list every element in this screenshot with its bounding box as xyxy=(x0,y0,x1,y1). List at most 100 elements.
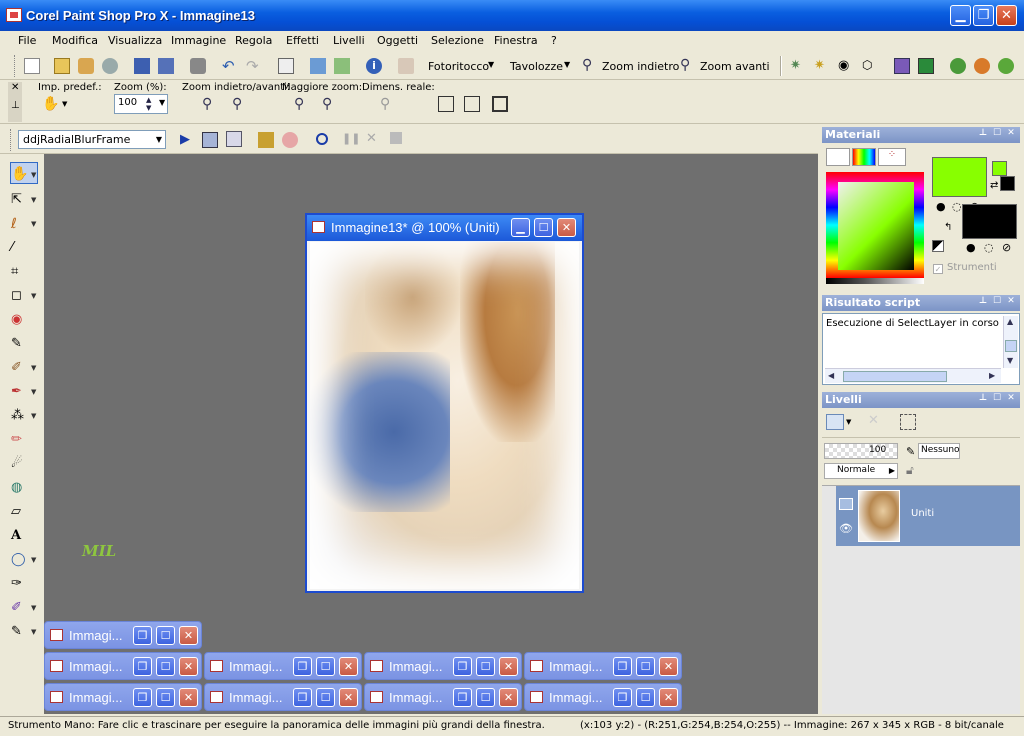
edit-script-icon[interactable] xyxy=(202,132,218,148)
scroll-up-icon[interactable]: ▲ xyxy=(1007,317,1013,326)
horizontal-scrollbar[interactable]: ◀ ▶ xyxy=(825,368,1001,383)
cube-icon[interactable]: ⬡ xyxy=(862,58,878,74)
grayscale-bar[interactable] xyxy=(826,278,924,284)
brush-icon[interactable]: ✎ xyxy=(906,445,915,458)
cancel-icon[interactable]: ✕ xyxy=(366,131,382,147)
color-wheel[interactable] xyxy=(826,172,924,278)
pause-icon[interactable]: ❚❚ xyxy=(342,132,360,148)
layer-icon[interactable] xyxy=(310,58,326,74)
close-icon[interactable]: ✕ xyxy=(1006,297,1016,307)
info-icon[interactable]: i xyxy=(366,58,382,74)
scroll-right-icon[interactable]: ▶ xyxy=(989,371,995,380)
person-icon[interactable] xyxy=(974,58,990,74)
menu-livelli[interactable]: Livelli xyxy=(333,34,365,47)
maximize-button[interactable]: ☐ xyxy=(316,657,335,676)
toggle-interactive-icon[interactable] xyxy=(226,131,242,147)
minimized-window[interactable]: Immagi... ❐ ☐ ✕ xyxy=(364,683,522,711)
hand-icon[interactable]: ✋ xyxy=(42,96,59,112)
menu-modifica[interactable]: Modifica xyxy=(52,34,98,47)
swap-icon[interactable]: ↰ xyxy=(944,222,952,233)
eyedropper-icon[interactable]: ⁄ xyxy=(11,240,27,256)
toolbar-grip[interactable] xyxy=(10,129,13,151)
scroll-left-icon[interactable]: ◀ xyxy=(828,371,834,380)
app-icon[interactable] xyxy=(6,8,22,22)
chevron-down-icon[interactable]: ▼ xyxy=(564,60,570,69)
gradient-mode-icon[interactable]: ◌ xyxy=(952,200,962,213)
shape-icon[interactable]: ◯ xyxy=(11,552,27,568)
minimize-button[interactable]: ▁ xyxy=(950,5,971,26)
rainbow-tab-icon[interactable] xyxy=(852,148,876,166)
clone-brush-icon[interactable]: ✐ xyxy=(11,360,27,376)
background-swatch[interactable] xyxy=(962,204,1017,239)
portrait-icon[interactable] xyxy=(894,58,910,74)
menu-visualizza[interactable]: Visualizza xyxy=(108,34,162,47)
close-icon[interactable]: ✕ xyxy=(1006,129,1016,139)
close-icon[interactable]: ✕ xyxy=(1006,394,1016,404)
eraser-icon[interactable] xyxy=(398,58,414,74)
pencil-icon[interactable]: ✎ xyxy=(11,624,27,640)
close-button[interactable]: ✕ xyxy=(996,5,1017,26)
resize-icon[interactable] xyxy=(278,58,294,74)
chevron-right-icon[interactable]: ▶ xyxy=(889,466,895,475)
minimized-window[interactable]: Immagi... ❐ ☐ ✕ xyxy=(44,683,202,711)
person-icon[interactable] xyxy=(950,58,966,74)
scroll-down-icon[interactable]: ▼ xyxy=(1007,356,1013,365)
foreground-small-swatch[interactable] xyxy=(992,161,1007,176)
maximize-button[interactable]: ☐ xyxy=(156,657,175,676)
zoom-field[interactable]: 100 ▲ ▼ ▼ xyxy=(114,94,168,114)
menu-effetti[interactable]: Effetti xyxy=(286,34,319,47)
maximize-button[interactable]: ☐ xyxy=(476,657,495,676)
run-script-icon[interactable]: ▶ xyxy=(180,132,196,148)
swatches-tab-icon[interactable]: ⁘ xyxy=(878,148,906,166)
pin-icon[interactable]: ⊥ xyxy=(978,297,988,307)
maximize-icon[interactable]: ☐ xyxy=(992,394,1002,404)
close-icon[interactable]: ✕ xyxy=(11,82,19,93)
options-panel-handle[interactable]: ✕ ⊥ xyxy=(8,82,22,122)
menu-selezione[interactable]: Selezione xyxy=(431,34,484,47)
all-tools-checkbox[interactable]: ✓ xyxy=(933,264,943,274)
close-button[interactable]: ✕ xyxy=(659,657,678,676)
menu-file[interactable]: File xyxy=(18,34,36,47)
menu-finestra[interactable]: Finestra xyxy=(494,34,538,47)
blend-mode-select[interactable]: Normale ▶ xyxy=(824,463,898,479)
pen-icon[interactable]: ✑ xyxy=(11,576,27,592)
makeover-icon[interactable]: ✎ xyxy=(11,336,27,352)
restore-button[interactable]: ❐ xyxy=(613,688,632,707)
restore-button[interactable]: ❐ xyxy=(453,688,472,707)
document-titlebar[interactable]: Immagine13* @ 100% (Uniti) ▁ ☐ ✕ xyxy=(307,215,582,241)
close-button[interactable]: ✕ xyxy=(179,657,198,676)
vertical-scrollbar[interactable]: ▲ ▼ xyxy=(1003,316,1018,368)
menu-help[interactable]: ? xyxy=(551,34,557,47)
eye-icon[interactable]: 👁︎ xyxy=(839,522,853,535)
mask-field[interactable]: Nessuno xyxy=(918,443,960,459)
close-button[interactable]: ✕ xyxy=(179,688,198,707)
toolbar-grip[interactable] xyxy=(14,55,17,77)
text-icon[interactable]: A xyxy=(11,528,27,544)
close-button[interactable]: ✕ xyxy=(339,657,358,676)
minimized-window[interactable]: Immagi... ❐ ☐ ✕ xyxy=(524,652,682,680)
restore-button[interactable]: ❐ xyxy=(133,657,152,676)
chevron-down-icon[interactable]: ▼ xyxy=(156,135,162,144)
color-mode-icon[interactable]: ● xyxy=(936,200,946,213)
person-icon[interactable] xyxy=(998,58,1014,74)
lock-icon[interactable]: 🔓︎ xyxy=(906,463,914,478)
zoom-out-icon[interactable]: ⚲ xyxy=(582,57,598,73)
smudge-icon[interactable]: ☄ xyxy=(11,456,27,472)
pick-tool-icon[interactable]: ⇱ xyxy=(11,192,27,208)
tavolozze-menu[interactable]: Tavolozze xyxy=(510,60,563,73)
redo-icon[interactable]: ↷ xyxy=(246,57,262,75)
minimized-window[interactable]: Immagi... ❐ ☐ ✕ xyxy=(204,652,362,680)
pin-icon[interactable]: ⊥ xyxy=(978,394,988,404)
paint-brush-icon[interactable]: ✒ xyxy=(11,384,27,400)
duplicate-icon[interactable] xyxy=(334,58,350,74)
script-output-box[interactable]: Esecuzione di SelectLayer in corso ▲ ▼ ◀… xyxy=(822,313,1020,385)
layers-panel-header[interactable]: Livelli ⊥ ☐ ✕ xyxy=(822,392,1020,408)
save-as-icon[interactable] xyxy=(158,58,174,74)
chevron-down-icon[interactable]: ▼ xyxy=(159,98,165,107)
script-select[interactable]: ddjRadialBlurFrame ▼ xyxy=(18,130,166,149)
close-button[interactable]: ✕ xyxy=(499,657,518,676)
restore-button[interactable]: ❐ xyxy=(613,657,632,676)
close-button[interactable]: ✕ xyxy=(659,688,678,707)
maximize-button[interactable]: ☐ xyxy=(316,688,335,707)
maximize-button[interactable]: ☐ xyxy=(156,626,175,645)
